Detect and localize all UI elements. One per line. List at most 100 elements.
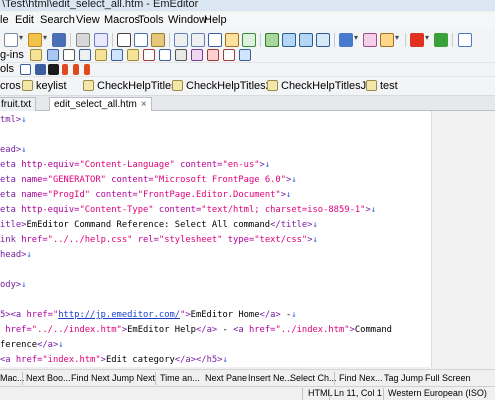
undo-icon[interactable]	[174, 33, 188, 47]
plugin-icon[interactable]	[79, 49, 91, 61]
config-icon[interactable]	[339, 33, 353, 47]
plugin-icon[interactable]	[30, 49, 42, 61]
menu-window[interactable]: Window	[168, 14, 207, 26]
tool-icon[interactable]	[84, 64, 90, 75]
macro-item[interactable]: keylist	[22, 80, 67, 94]
menu-edit[interactable]: Edit	[15, 14, 34, 26]
menu-view[interactable]: View	[76, 14, 100, 26]
chevron-down-icon[interactable]: ▾	[19, 33, 23, 42]
status-position[interactable]: Ln 11, Col 1	[334, 388, 382, 398]
tab-edit-select-all[interactable]: edit_select_all.htm ×	[49, 97, 152, 111]
code-line[interactable]: ead>↓	[0, 143, 26, 158]
print-icon[interactable]	[76, 33, 90, 47]
plugin-icon[interactable]	[175, 49, 187, 61]
chevron-down-icon[interactable]: ▾	[395, 33, 399, 42]
print-preview-icon[interactable]	[94, 33, 108, 47]
tool-icon[interactable]	[73, 64, 79, 75]
paste-icon[interactable]	[151, 33, 165, 47]
menu-search[interactable]: Search	[40, 14, 75, 26]
line-numbers-icon[interactable]	[299, 33, 313, 47]
menu-macros[interactable]: Macros	[104, 14, 140, 26]
macro-item[interactable]: CheckHelpTitles2	[172, 80, 272, 94]
fkey-macro[interactable]: Mac...	[0, 373, 25, 383]
ruler-icon[interactable]	[282, 33, 296, 47]
plugin-icon[interactable]	[239, 49, 251, 61]
chevron-down-icon[interactable]: ▾	[354, 33, 358, 42]
plugin-icon[interactable]	[191, 49, 203, 61]
find-next-icon[interactable]	[242, 33, 256, 47]
fkey-select-char[interactable]: Select Ch...	[290, 373, 337, 383]
code-token: ↓	[58, 340, 64, 350]
close-icon[interactable]: ×	[141, 99, 147, 110]
marks-icon[interactable]	[316, 33, 330, 47]
new-file-icon[interactable]	[4, 33, 18, 47]
fkey-find-next-word[interactable]: Find Nex...	[339, 373, 383, 383]
code-line[interactable]: tml>↓	[0, 113, 26, 128]
code-token: "text/css"	[254, 235, 308, 245]
tab-fruit[interactable]: fruit.txt	[0, 97, 37, 111]
macro-item[interactable]: test	[366, 80, 398, 94]
plugin-icon[interactable]	[159, 49, 171, 61]
record-macro-icon[interactable]	[410, 33, 424, 47]
chevron-down-icon[interactable]: ▾	[43, 33, 47, 42]
plugin-icon[interactable]	[95, 49, 107, 61]
plugin-icon[interactable]	[127, 49, 139, 61]
code-line[interactable]: <a href="index.htm">Edit category</a></h…	[0, 353, 228, 367]
code-token: </a></h5>	[174, 355, 223, 365]
vertical-scrollbar[interactable]	[431, 111, 495, 367]
scrollbar-track[interactable]	[431, 111, 495, 367]
replace-icon[interactable]	[225, 33, 239, 47]
menu-help[interactable]: Help	[204, 14, 227, 26]
copy-icon[interactable]	[134, 33, 148, 47]
code-line[interactable]: eta http-equiv="Content-Type" content="t…	[0, 203, 376, 218]
code-line[interactable]: ody>↓	[0, 278, 26, 293]
help-search-icon[interactable]	[458, 33, 472, 47]
plugin-icon[interactable]	[207, 49, 219, 61]
status-encoding[interactable]: Western European (ISO)	[388, 388, 487, 398]
fkey-jump-next[interactable]: Jump Next	[112, 373, 155, 383]
plugin-icon[interactable]	[223, 49, 235, 61]
code-line[interactable]: head>↓	[0, 248, 32, 263]
code-line[interactable]: ink href="../../help.css" rel="styleshee…	[0, 233, 318, 248]
tool-icon[interactable]	[20, 64, 31, 75]
text-editor[interactable]: tml>↓ ead>↓ eta http-equiv="Content-Langua…	[0, 111, 431, 367]
open-folder-icon[interactable]	[28, 33, 42, 47]
fkey-time-and-date[interactable]: Time an...	[160, 373, 200, 383]
plugin-icon[interactable]	[111, 49, 123, 61]
run-macro-icon[interactable]	[434, 33, 448, 47]
code-line[interactable]: eta name="ProgId" content="FrontPage.Edi…	[0, 188, 291, 203]
fkey-find-next[interactable]: Find Next	[71, 373, 110, 383]
code-line[interactable]: ference</a>↓	[0, 338, 64, 353]
tool-icon[interactable]	[48, 64, 59, 75]
menu-tools[interactable]: Tools	[138, 14, 164, 26]
plugins-icon[interactable]	[380, 33, 394, 47]
code-token: ference	[0, 340, 38, 350]
code-line[interactable]: href="../../index.htm">EmEditor Help</a>…	[0, 323, 392, 338]
find-icon[interactable]	[208, 33, 222, 47]
code-line[interactable]: eta name="GENERATOR" content="Microsoft …	[0, 173, 297, 188]
plugin-icon[interactable]	[143, 49, 155, 61]
fkey-full-screen[interactable]: Full Screen	[425, 373, 471, 383]
code-line[interactable]: eta http-equiv="Content-Language" conten…	[0, 158, 270, 173]
redo-icon[interactable]	[191, 33, 205, 47]
tool-icon[interactable]	[35, 64, 46, 75]
fkey-tag-jump[interactable]: Tag Jump	[384, 373, 423, 383]
fkey-insert-new[interactable]: Insert Ne...	[248, 373, 292, 383]
fkey-next-bookmark[interactable]: Next Boo...	[26, 373, 71, 383]
cut-icon[interactable]	[117, 33, 131, 47]
chevron-down-icon[interactable]: ▾	[425, 33, 429, 42]
wrap-icon[interactable]	[265, 33, 279, 47]
code-token: </a>	[259, 310, 281, 320]
tool-icon[interactable]	[62, 64, 68, 75]
save-icon[interactable]	[52, 33, 66, 47]
code-line[interactable]: 5><a href="http://jp.emeditor.com/">EmEd…	[0, 308, 297, 323]
plugin-icon[interactable]	[47, 49, 59, 61]
code-line[interactable]: itle>EmEditor Command Reference: Select …	[0, 218, 318, 233]
menu-file[interactable]: le	[0, 14, 9, 26]
macro-item[interactable]: CheckHelpTitlesJ	[267, 80, 366, 94]
macro-item[interactable]: CheckHelpTitles	[83, 80, 177, 94]
macro-item-label: CheckHelpTitles2	[186, 80, 272, 92]
customize-icon[interactable]	[363, 33, 377, 47]
plugin-icon[interactable]	[63, 49, 75, 61]
fkey-next-pane[interactable]: Next Pane	[205, 373, 247, 383]
